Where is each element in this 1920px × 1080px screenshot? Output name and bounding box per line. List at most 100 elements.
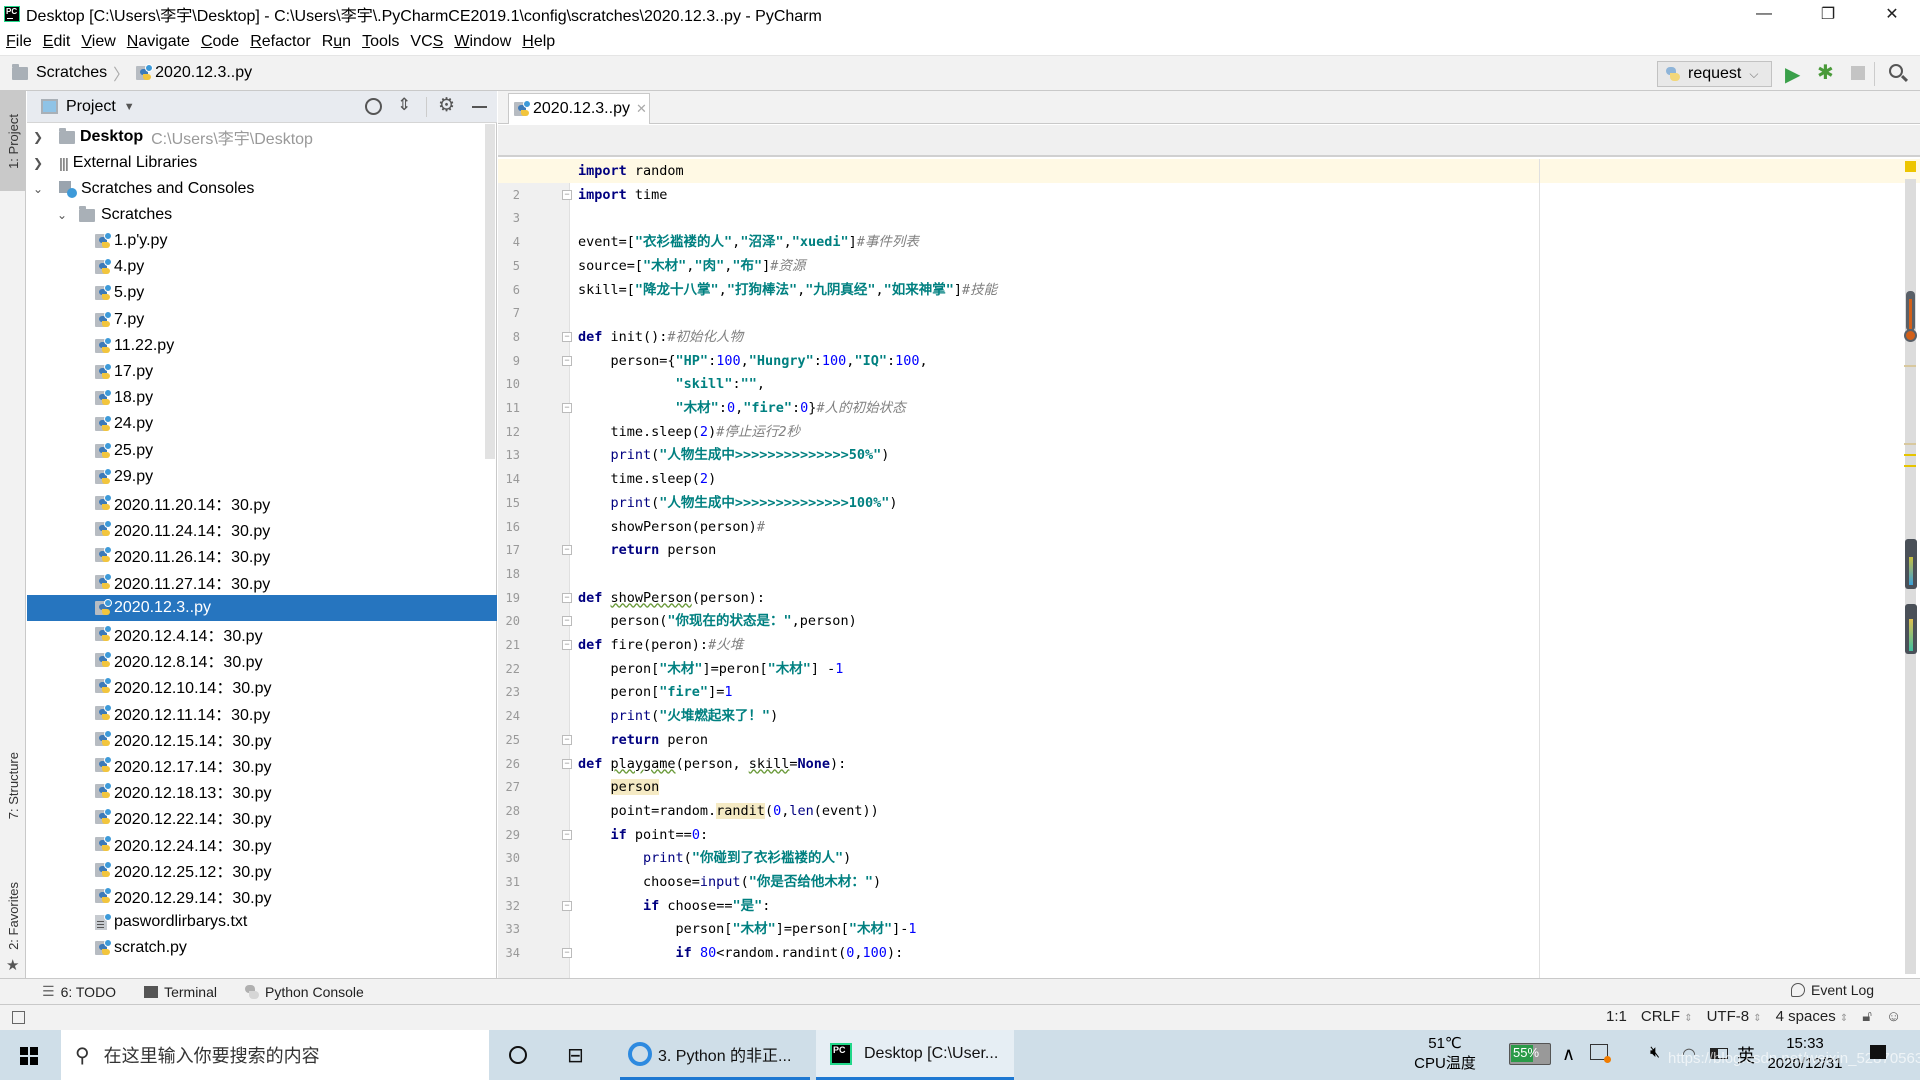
- code-token: :: [886, 352, 896, 369]
- tree-node-file[interactable]: 2020.12.25.12：30.py: [27, 857, 497, 883]
- maximize-button[interactable]: ❐: [1800, 0, 1856, 28]
- chevron-right-icon[interactable]: ❯: [31, 130, 45, 144]
- warning-stripe-mark[interactable]: [1904, 454, 1916, 456]
- error-stripe-mark[interactable]: [1904, 443, 1916, 445]
- tree-node-file[interactable]: 2020.12.22.14：30.py: [27, 804, 497, 830]
- tree-node-file[interactable]: 2020.12.10.14：30.py: [27, 673, 497, 699]
- error-stripe-mark[interactable]: [1904, 365, 1916, 367]
- menu-view[interactable]: View: [81, 33, 115, 51]
- toggle-tool-windows-icon[interactable]: [12, 1011, 25, 1024]
- tree-node-scratches[interactable]: ⌄ Scratches: [27, 202, 497, 228]
- debug-button[interactable]: ✱: [1817, 60, 1834, 85]
- menu-code[interactable]: Code: [201, 33, 239, 51]
- breadcrumb-scratches[interactable]: Scratches: [36, 64, 107, 82]
- locate-file-icon[interactable]: [365, 98, 382, 115]
- breadcrumb-file[interactable]: 2020.12.3..py: [155, 64, 252, 82]
- tool-tab-todo-label: 6: TODO: [60, 983, 117, 1000]
- tree-node-file[interactable]: 2020.11.24.14：30.py: [27, 516, 497, 542]
- tool-tab-project[interactable]: 1: Project: [0, 91, 26, 191]
- encoding-select[interactable]: UTF-8 ⇕: [1707, 1008, 1762, 1025]
- project-view-select[interactable]: Project: [66, 98, 116, 116]
- menu-edit[interactable]: Edit: [43, 33, 71, 51]
- tool-tab-terminal[interactable]: Terminal: [144, 984, 217, 1000]
- tree-node-file[interactable]: 24.py: [27, 411, 497, 437]
- taskbar-search-box[interactable]: ⚲ 在这里输入你要搜索的内容: [61, 1030, 489, 1080]
- gear-icon[interactable]: ⚙: [438, 94, 455, 117]
- tree-node-file[interactable]: 2020.12.17.14：30.py: [27, 752, 497, 778]
- cortana-button[interactable]: [509, 1046, 527, 1064]
- line-separator-select[interactable]: CRLF ⇕: [1641, 1008, 1693, 1025]
- menu-window[interactable]: Window: [454, 33, 511, 51]
- tree-node-file[interactable]: 2020.12.29.14：30.py: [27, 883, 497, 909]
- code-content[interactable]: import random import time event=["衣衫褴褛的人",…: [498, 159, 1898, 978]
- tree-node-file[interactable]: paswordlirbarys.txt: [27, 909, 497, 935]
- task-view-button[interactable]: ⊟: [567, 1043, 584, 1068]
- tree-node-file[interactable]: 2020.12.15.14：30.py: [27, 726, 497, 752]
- tree-node-file[interactable]: 2020.12.11.14：30.py: [27, 700, 497, 726]
- tree-node-file[interactable]: 2020.12.24.14：30.py: [27, 831, 497, 857]
- run-configuration-select[interactable]: request ⌵: [1657, 61, 1772, 87]
- tool-tab-todo[interactable]: ☰ 6: TODO: [42, 983, 116, 1000]
- tree-node-file[interactable]: 2020.12.18.13：30.py: [27, 778, 497, 804]
- action-center-icon[interactable]: [1870, 1045, 1886, 1059]
- chevron-down-icon[interactable]: ⌄: [55, 208, 69, 222]
- tree-node-file[interactable]: 2020.12.3..py: [27, 594, 497, 621]
- event-log-button[interactable]: Event Log: [1791, 982, 1874, 998]
- hide-panel-icon[interactable]: [472, 106, 487, 108]
- tree-node-file[interactable]: 7.py: [27, 307, 497, 333]
- lock-icon[interactable]: 🔓︎: [1862, 1008, 1872, 1025]
- inspection-status-icon[interactable]: [1905, 161, 1916, 172]
- sync-icon[interactable]: [1590, 1044, 1611, 1063]
- start-button[interactable]: [20, 1047, 38, 1065]
- warning-stripe-mark[interactable]: [1904, 465, 1916, 467]
- tree-scrollbar[interactable]: [485, 124, 495, 459]
- menu-file[interactable]: File: [6, 33, 32, 51]
- show-hidden-icons-button[interactable]: ∧: [1562, 1044, 1575, 1065]
- tool-tab-python-console[interactable]: Python Console: [244, 984, 364, 1000]
- tree-node-file[interactable]: 2020.11.20.14：30.py: [27, 490, 497, 516]
- tree-node-file[interactable]: 2020.12.8.14：30.py: [27, 647, 497, 673]
- navigation-bar: Scratches 〉 2020.12.3..py: [0, 56, 1920, 91]
- tool-tab-structure[interactable]: 7: Structure: [0, 731, 26, 841]
- tree-node-file[interactable]: 5.py: [27, 280, 497, 306]
- menu-tools[interactable]: Tools: [362, 33, 399, 51]
- minimize-button[interactable]: —: [1736, 0, 1792, 28]
- tool-tab-favorites[interactable]: 2: Favorites: [0, 861, 26, 971]
- volume-muted-icon[interactable]: 🔇︎: [1650, 1044, 1660, 1062]
- tree-node-file[interactable]: 17.py: [27, 359, 497, 385]
- menu-help[interactable]: Help: [522, 33, 555, 51]
- chevron-down-icon[interactable]: ⌄: [31, 182, 45, 196]
- editor-tab[interactable]: 2020.12.3..py ✕: [508, 93, 650, 124]
- stop-button[interactable]: [1851, 66, 1865, 80]
- tree-node-file[interactable]: 18.py: [27, 385, 497, 411]
- caret-position[interactable]: 1:1: [1606, 1008, 1627, 1025]
- tree-node-file[interactable]: scratch.py: [27, 935, 497, 961]
- tree-node-desktop[interactable]: ❯ Desktop C:\Users\李宇\Desktop: [27, 124, 497, 150]
- menu-vcs[interactable]: VCS: [410, 33, 443, 51]
- tree-node-scratches-and-consoles[interactable]: ⌄ Scratches and Consoles: [27, 176, 497, 202]
- hector-inspector-icon[interactable]: ☺: [1886, 1008, 1901, 1025]
- tree-node-file[interactable]: 1.p'y.py: [27, 228, 497, 254]
- close-button[interactable]: ✕: [1864, 0, 1920, 28]
- indent-select[interactable]: 4 spaces ⇕: [1776, 1008, 1849, 1025]
- menu-run[interactable]: Run: [322, 33, 351, 51]
- tree-node-file[interactable]: 29.py: [27, 464, 497, 490]
- close-tab-icon[interactable]: ✕: [636, 101, 647, 117]
- chevron-right-icon[interactable]: ❯: [31, 156, 45, 170]
- tree-node-file[interactable]: 2020.11.27.14：30.py: [27, 569, 497, 595]
- menu-refactor[interactable]: Refactor: [250, 33, 310, 51]
- taskbar-app-browser[interactable]: 3. Python 的非正...: [620, 1030, 810, 1080]
- tree-node-file[interactable]: 4.py: [27, 254, 497, 280]
- battery-indicator[interactable]: 55%: [1509, 1043, 1551, 1065]
- tree-node-external-libraries[interactable]: ❯ ||| External Libraries: [27, 150, 497, 176]
- tree-node-file[interactable]: 2020.11.26.14：30.py: [27, 542, 497, 568]
- run-button[interactable]: ▶: [1785, 62, 1800, 87]
- tree-node-file[interactable]: 11.22.py: [27, 333, 497, 359]
- taskbar-app-pycharm[interactable]: PC Desktop [C:\User...: [816, 1030, 1014, 1080]
- collapse-all-icon[interactable]: ⇕: [397, 95, 411, 115]
- tree-node-file[interactable]: 25.py: [27, 438, 497, 464]
- menu-navigate[interactable]: Navigate: [127, 33, 190, 51]
- cpu-temperature-widget[interactable]: 51℃ CPU温度: [1400, 1034, 1490, 1074]
- tree-node-file[interactable]: 2020.12.4.14：30.py: [27, 621, 497, 647]
